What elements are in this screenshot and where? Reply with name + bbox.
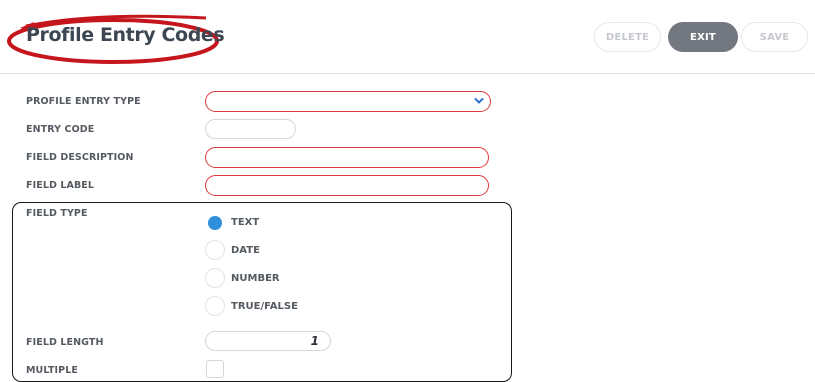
entry-code-label: ENTRY CODE — [26, 124, 95, 135]
entry-code-input[interactable] — [205, 119, 296, 139]
radio-text[interactable] — [205, 213, 225, 233]
radio-true-false[interactable] — [205, 296, 225, 316]
field-type-annotation-box — [12, 202, 512, 382]
field-label-input[interactable] — [205, 175, 489, 196]
page-title: Profile Entry Codes — [26, 24, 225, 46]
multiple-label: MULTIPLE — [26, 365, 78, 376]
field-description-label: FIELD DESCRIPTION — [26, 152, 134, 163]
delete-button[interactable]: DELETE — [594, 22, 661, 52]
field-length-label: FIELD LENGTH — [26, 337, 104, 348]
profile-entry-type-select[interactable] — [205, 91, 491, 112]
page-header: Profile Entry Codes DELETE EXIT SAVE — [0, 0, 815, 74]
multiple-checkbox[interactable] — [206, 360, 224, 378]
field-label-label: FIELD LABEL — [26, 180, 95, 191]
chevron-down-icon — [474, 98, 484, 104]
profile-entry-type-label: PROFILE ENTRY TYPE — [26, 96, 141, 107]
radio-date-label: DATE — [231, 245, 260, 256]
field-length-value: 1 — [310, 334, 319, 348]
save-button[interactable]: SAVE — [741, 22, 808, 52]
field-description-input[interactable] — [205, 147, 489, 168]
radio-date[interactable] — [205, 240, 225, 260]
radio-true-false-label: TRUE/FALSE — [231, 301, 298, 312]
radio-number-label: NUMBER — [231, 273, 280, 284]
radio-text-label: TEXT — [231, 217, 260, 228]
radio-number[interactable] — [205, 268, 225, 288]
field-type-label: FIELD TYPE — [26, 208, 88, 219]
field-length-input[interactable]: 1 — [205, 331, 331, 351]
exit-button[interactable]: EXIT — [668, 22, 738, 52]
